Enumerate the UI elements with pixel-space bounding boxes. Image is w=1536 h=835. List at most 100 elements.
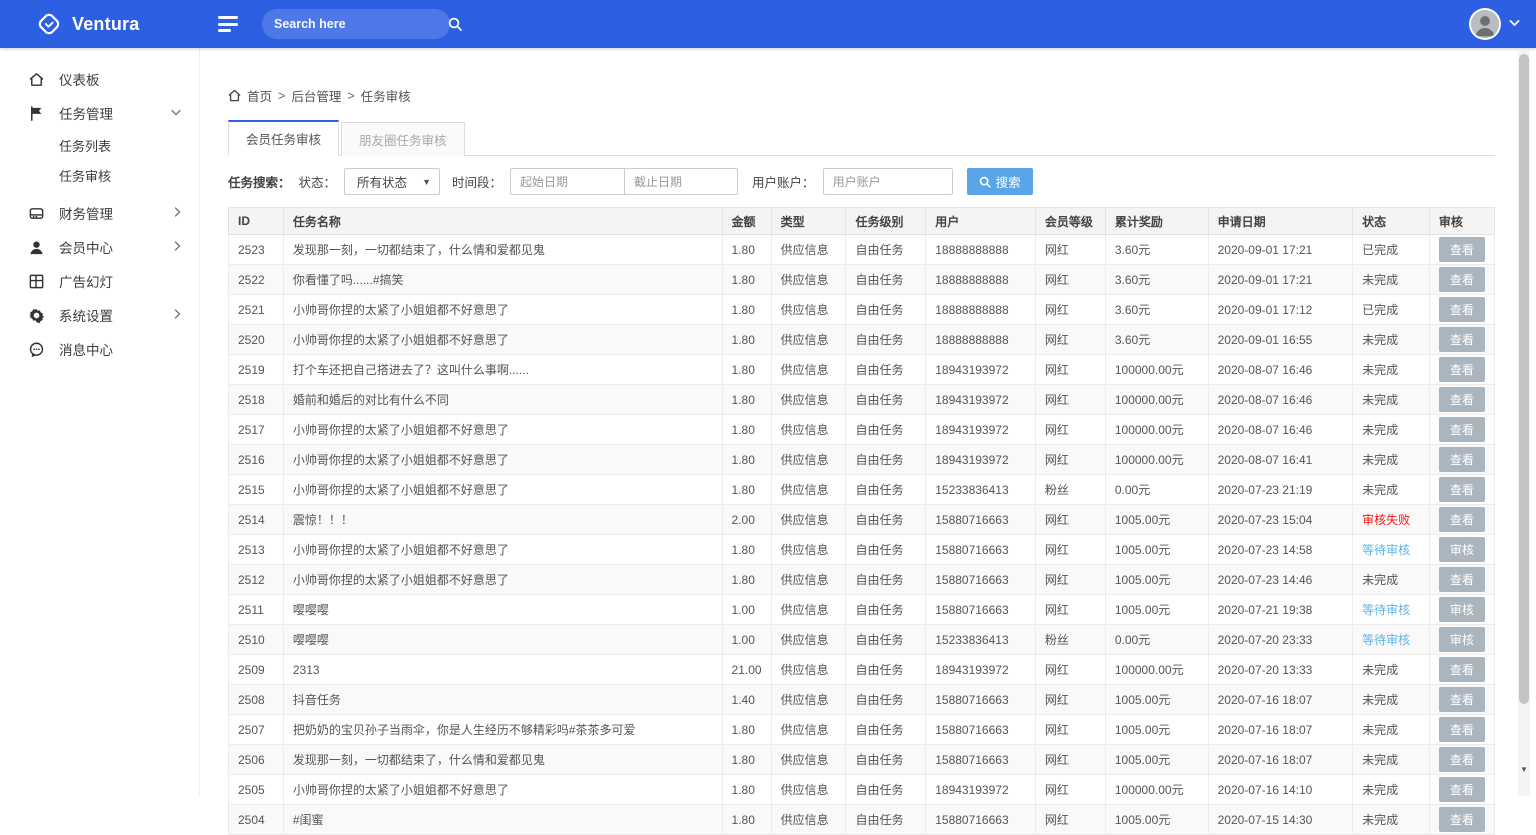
type-cell: 供应信息 (771, 265, 846, 295)
apply-date-cell: 2020-08-07 16:46 (1208, 355, 1352, 385)
task-name-cell: 发现那一刻，一切都结束了，什么情和爱都见鬼 (283, 745, 722, 775)
search-icon[interactable] (448, 17, 462, 31)
column-header: 任务级别 (846, 208, 926, 235)
task-level-cell: 自由任务 (846, 265, 926, 295)
id-cell: 2519 (229, 355, 284, 385)
scrollbar-thumb[interactable] (1519, 54, 1529, 704)
action-cell: 查看 (1429, 235, 1494, 265)
member-grade-cell: 网红 (1035, 565, 1105, 595)
type-cell: 供应信息 (771, 775, 846, 805)
view-button[interactable]: 查看 (1439, 687, 1485, 712)
table-row: 2513小帅哥你捏的太紧了小姐姐都不好意思了1.80供应信息自由任务158807… (229, 535, 1495, 565)
amount-cell: 1.80 (722, 235, 771, 265)
table-row: 2504#闺蜜1.80供应信息自由任务15880716663网红1005.00元… (229, 805, 1495, 835)
flag-icon (28, 105, 45, 122)
view-button[interactable]: 查看 (1439, 807, 1485, 832)
table-row: 2510嘤嘤嘤1.00供应信息自由任务15233836413粉丝0.00元202… (229, 625, 1495, 655)
view-button[interactable]: 查看 (1439, 657, 1485, 682)
search-button[interactable]: 搜索 (967, 168, 1033, 195)
sidebar-item-message-center[interactable]: 消息中心 (0, 332, 199, 366)
review-button[interactable]: 审核 (1439, 597, 1485, 622)
breadcrumb-home[interactable]: 首页 (247, 86, 272, 105)
member-grade-cell: 网红 (1035, 805, 1105, 835)
table-body: 2523发现那一刻，一切都结束了，什么情和爱都见鬼1.80供应信息自由任务188… (229, 235, 1495, 835)
search-icon (979, 176, 991, 188)
review-button[interactable]: 审核 (1439, 627, 1485, 652)
task-level-cell: 自由任务 (846, 535, 926, 565)
reward-cell: 1005.00元 (1105, 805, 1208, 835)
sidebar-item-finance[interactable]: 财务管理 (0, 196, 199, 230)
table-row: 2514震惊！！！2.00供应信息自由任务15880716663网红1005.0… (229, 505, 1495, 535)
sidebar-item-system-settings[interactable]: 系统设置 (0, 298, 199, 332)
type-cell: 供应信息 (771, 355, 846, 385)
apply-date-cell: 2020-07-16 18:07 (1208, 745, 1352, 775)
end-date-input[interactable] (624, 168, 738, 195)
home-icon (28, 71, 45, 88)
view-button[interactable]: 查看 (1439, 237, 1485, 262)
sidebar-item-ad-slides[interactable]: 广告幻灯 (0, 264, 199, 298)
action-cell: 查看 (1429, 655, 1494, 685)
user-avatar[interactable] (1469, 8, 1501, 40)
sidebar-item-member-center[interactable]: 会员中心 (0, 230, 199, 264)
select-caret-icon: ▼ (422, 177, 431, 187)
view-button[interactable]: 查看 (1439, 357, 1485, 382)
reward-cell: 3.60元 (1105, 295, 1208, 325)
task-level-cell: 自由任务 (846, 475, 926, 505)
action-cell: 查看 (1429, 775, 1494, 805)
type-cell: 供应信息 (771, 235, 846, 265)
brand[interactable]: Ventura (0, 11, 200, 37)
sidebar-item-task-management[interactable]: 任务管理 (0, 96, 199, 130)
view-button[interactable]: 查看 (1439, 777, 1485, 802)
task-name-cell: 嘤嘤嘤 (283, 595, 722, 625)
member-grade-cell: 粉丝 (1035, 475, 1105, 505)
id-cell: 2507 (229, 715, 284, 745)
task-name-cell: 2313 (283, 655, 722, 685)
status-cell: 未完成 (1353, 805, 1430, 835)
view-button[interactable]: 查看 (1439, 327, 1485, 352)
task-review-table: ID任务名称金额类型任务级别用户会员等级累计奖励申请日期状态审核 2523发现那… (228, 207, 1495, 835)
view-button[interactable]: 查看 (1439, 567, 1485, 592)
user-menu-chevron-down-icon[interactable] (1509, 18, 1520, 30)
sidebar-item-task-review[interactable]: 任务审核 (0, 162, 199, 192)
start-date-input[interactable] (510, 168, 624, 195)
table-row: 2516小帅哥你捏的太紧了小姐姐都不好意思了1.80供应信息自由任务189431… (229, 445, 1495, 475)
status-cell: 已完成 (1353, 235, 1430, 265)
reward-cell: 3.60元 (1105, 265, 1208, 295)
type-cell: 供应信息 (771, 475, 846, 505)
breadcrumb-admin[interactable]: 后台管理 (291, 86, 341, 105)
tab-moments-task-review[interactable]: 朋友圈任务审核 (341, 122, 465, 156)
table-row: 2506发现那一刻，一切都结束了，什么情和爱都见鬼1.80供应信息自由任务158… (229, 745, 1495, 775)
review-button[interactable]: 审核 (1439, 537, 1485, 562)
id-cell: 2523 (229, 235, 284, 265)
sidebar-item-dashboard[interactable]: 仪表板 (0, 62, 199, 96)
tab-member-task-review[interactable]: 会员任务审核 (228, 120, 339, 156)
view-button[interactable]: 查看 (1439, 417, 1485, 442)
table-row: 2520小帅哥你捏的太紧了小姐姐都不好意思了1.80供应信息自由任务188888… (229, 325, 1495, 355)
type-cell: 供应信息 (771, 505, 846, 535)
user-cell: 15880716663 (926, 505, 1036, 535)
apply-date-cell: 2020-07-16 14:10 (1208, 775, 1352, 805)
view-button[interactable]: 查看 (1439, 267, 1485, 292)
view-button[interactable]: 查看 (1439, 717, 1485, 742)
view-button[interactable]: 查看 (1439, 387, 1485, 412)
sidebar-item-task-list[interactable]: 任务列表 (0, 132, 199, 162)
action-cell: 查看 (1429, 265, 1494, 295)
type-cell: 供应信息 (771, 625, 846, 655)
user-account-input[interactable] (823, 168, 953, 195)
action-cell: 查看 (1429, 715, 1494, 745)
sidebar-toggle-icon[interactable] (218, 16, 240, 32)
id-cell: 2522 (229, 265, 284, 295)
navbar-search-input[interactable] (274, 17, 448, 31)
scrollbar-down-arrow-icon[interactable]: ▼ (1518, 765, 1530, 774)
task-level-cell: 自由任务 (846, 325, 926, 355)
brand-name: Ventura (72, 14, 139, 35)
view-button[interactable]: 查看 (1439, 447, 1485, 472)
view-button[interactable]: 查看 (1439, 477, 1485, 502)
status-select[interactable]: 所有状态 ▼ (344, 168, 440, 195)
task-name-cell: 小帅哥你捏的太紧了小姐姐都不好意思了 (283, 535, 722, 565)
status-cell: 未完成 (1353, 775, 1430, 805)
view-button[interactable]: 查看 (1439, 747, 1485, 772)
view-button[interactable]: 查看 (1439, 507, 1485, 532)
user-icon (28, 239, 45, 256)
view-button[interactable]: 查看 (1439, 297, 1485, 322)
